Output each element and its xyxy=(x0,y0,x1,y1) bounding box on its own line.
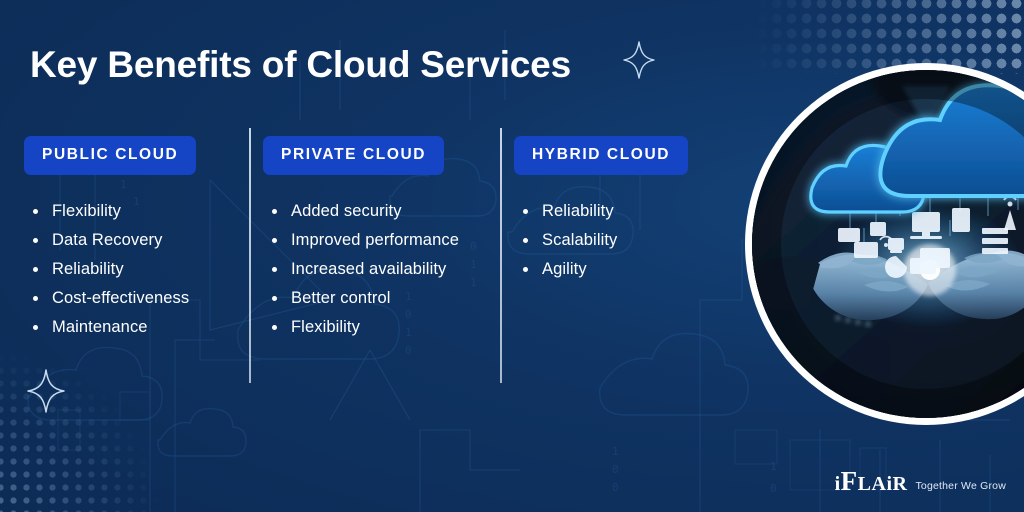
bullet-icon xyxy=(523,238,528,243)
bullet-icon xyxy=(33,209,38,214)
list-item: Reliability xyxy=(24,255,237,284)
list-item: Increased availability xyxy=(263,255,488,284)
bullet-icon xyxy=(272,267,277,272)
list-item-label: Increased availability xyxy=(291,260,447,278)
list-item: Improved performance xyxy=(263,226,488,255)
badge-hybrid-cloud[interactable]: HYBRID CLOUD xyxy=(514,136,689,175)
bullet-icon xyxy=(523,209,528,214)
bullet-icon xyxy=(33,238,38,243)
list-item: Scalability xyxy=(514,226,730,255)
list-item-label: Agility xyxy=(542,260,587,278)
infographic-canvas: 10 10 01 1 10 0 10 01 1 Key Benefits of … xyxy=(0,0,1024,512)
list-item-label: Flexibility xyxy=(52,202,121,220)
list-item-label: Improved performance xyxy=(291,231,459,249)
svg-text:0: 0 xyxy=(612,463,619,476)
list-item: Flexibility xyxy=(263,313,488,342)
bullet-icon xyxy=(272,296,277,301)
list-item-label: Flexibility xyxy=(291,318,360,336)
list-item: Data Recovery xyxy=(24,226,237,255)
list-item: Reliability xyxy=(514,197,730,226)
svg-text:1: 1 xyxy=(612,445,619,458)
logo-tagline: Together We Grow xyxy=(915,480,1006,492)
bullet-icon xyxy=(33,267,38,272)
hero-photo-ring xyxy=(745,63,1024,425)
list-item-label: Cost-effectiveness xyxy=(52,289,190,307)
bullet-icon xyxy=(272,209,277,214)
logo-letter-a: A xyxy=(871,473,887,495)
bullet-icon xyxy=(33,296,38,301)
benefit-list-private-cloud: Added security Improved performance Incr… xyxy=(263,197,488,342)
svg-text:0: 0 xyxy=(770,482,777,495)
list-item-label: Data Recovery xyxy=(52,231,163,249)
sparkle-icon xyxy=(622,40,656,80)
list-item: Cost-effectiveness xyxy=(24,284,237,313)
benefits-columns: PUBLIC CLOUD Flexibility Data Recovery R… xyxy=(24,128,730,386)
badge-private-cloud[interactable]: PRIVATE CLOUD xyxy=(263,136,445,175)
page-title: Key Benefits of Cloud Services xyxy=(30,44,571,85)
list-item-label: Scalability xyxy=(542,231,618,249)
list-item-label: Added security xyxy=(291,202,402,220)
halftone-dots-top-right xyxy=(754,0,1024,74)
logo-letter-l: L xyxy=(857,473,872,495)
list-item-label: Better control xyxy=(291,289,391,307)
bullet-icon xyxy=(33,325,38,330)
logo-wordmark: iFLAiR xyxy=(835,468,908,495)
benefit-list-public-cloud: Flexibility Data Recovery Reliability Co… xyxy=(24,197,237,342)
bullet-icon xyxy=(272,325,277,330)
list-item: Flexibility xyxy=(24,197,237,226)
svg-text:1: 1 xyxy=(770,460,777,473)
list-item: Better control xyxy=(263,284,488,313)
column-private-cloud: PRIVATE CLOUD Added security Improved pe… xyxy=(237,136,488,386)
hero-photo xyxy=(752,70,1024,418)
list-item: Maintenance xyxy=(24,313,237,342)
list-item: Agility xyxy=(514,255,730,284)
column-hybrid-cloud: HYBRID CLOUD Reliability Scalability Agi… xyxy=(488,136,730,386)
list-item-label: Maintenance xyxy=(52,318,148,336)
brand-logo: iFLAiR Together We Grow xyxy=(835,468,1006,495)
badge-public-cloud[interactable]: PUBLIC CLOUD xyxy=(24,136,197,175)
list-item-label: Reliability xyxy=(542,202,614,220)
bullet-icon xyxy=(272,238,277,243)
list-item: Added security xyxy=(263,197,488,226)
svg-text:0: 0 xyxy=(612,481,619,494)
column-public-cloud: PUBLIC CLOUD Flexibility Data Recovery R… xyxy=(24,136,237,386)
benefit-list-hybrid-cloud: Reliability Scalability Agility xyxy=(514,197,730,284)
list-item-label: Reliability xyxy=(52,260,124,278)
logo-letter-r: R xyxy=(892,473,908,495)
logo-letter-f: F xyxy=(840,466,858,496)
bullet-icon xyxy=(523,267,528,272)
